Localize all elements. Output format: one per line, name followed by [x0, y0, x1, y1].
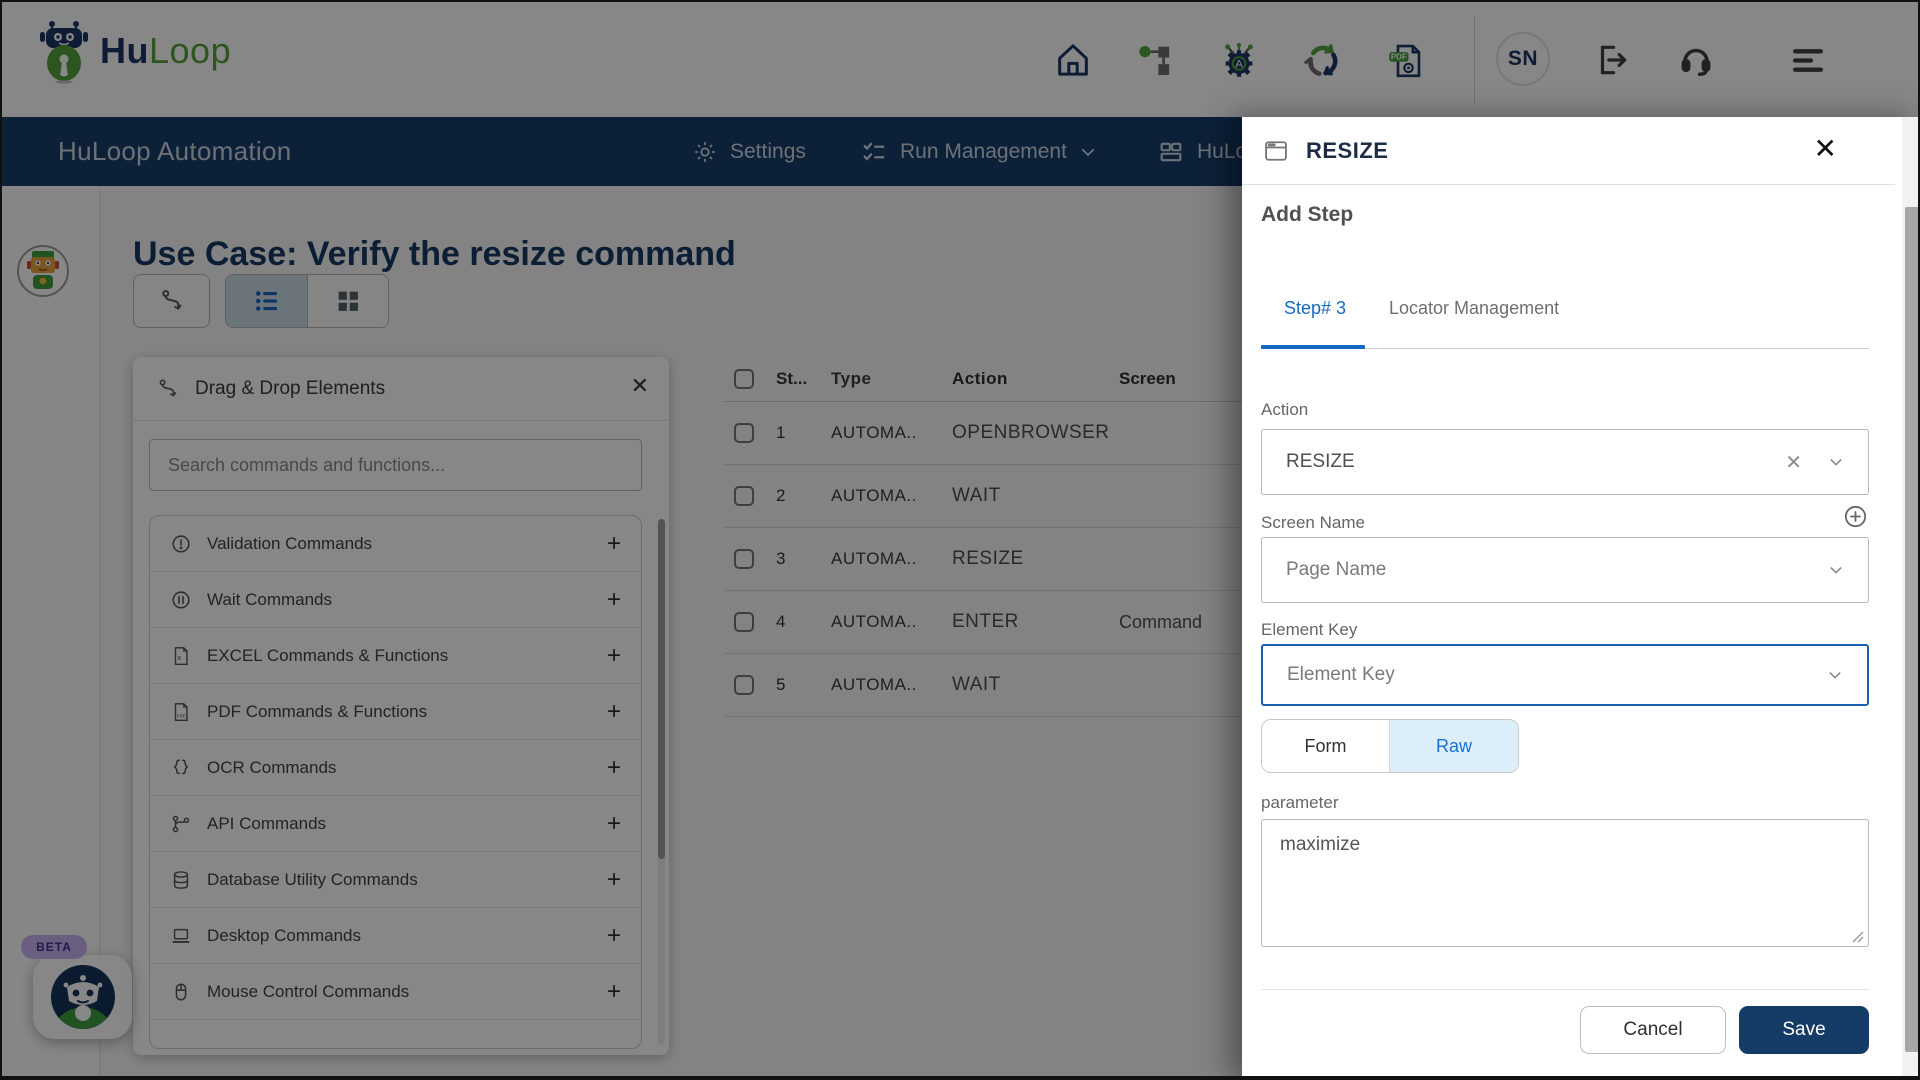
screen-name-select[interactable]: Page Name	[1261, 537, 1869, 603]
form-mode-button[interactable]: Form	[1262, 720, 1390, 772]
chevron-down-icon	[1830, 567, 1842, 574]
active-tab-indicator	[1261, 345, 1365, 349]
raw-mode-button[interactable]: Raw	[1390, 720, 1518, 772]
window-resize-icon	[1265, 140, 1287, 161]
drawer-scrollbar-thumb[interactable]	[1905, 207, 1918, 1052]
element-key-value: Element Key	[1287, 664, 1395, 685]
plus-circle-icon[interactable]	[1842, 503, 1869, 530]
parameter-label: parameter	[1261, 793, 1339, 812]
tab-locator-management[interactable]: Locator Management	[1389, 285, 1559, 331]
chevron-down-icon	[1829, 672, 1841, 679]
screen-name-label: Screen Name	[1261, 513, 1365, 532]
parameter-textarea[interactable]: maximize	[1261, 819, 1869, 947]
add-step-heading: Add Step	[1261, 203, 1354, 226]
element-key-select[interactable]: Element Key	[1261, 644, 1869, 706]
input-mode-toggle: Form Raw	[1261, 719, 1519, 773]
drawer-header: RESIZE	[1242, 117, 1895, 185]
element-key-label: Element Key	[1261, 620, 1358, 639]
add-step-drawer: RESIZE ✕ Add Step Step# 3 Locator Manage…	[1242, 117, 1918, 1076]
chevron-down-icon	[1830, 459, 1842, 466]
action-label: Action	[1261, 400, 1309, 419]
drawer-title: RESIZE	[1306, 137, 1389, 163]
drawer-scrollbar[interactable]	[1902, 117, 1918, 1076]
app-window: HuLoop A PDF SN HuLoop Automation Settin…	[0, 0, 1920, 1080]
footer-divider	[1261, 989, 1869, 990]
close-icon[interactable]: ✕	[1814, 135, 1837, 163]
save-button[interactable]: Save	[1739, 1006, 1869, 1054]
action-select[interactable]: RESIZE ✕	[1261, 429, 1869, 495]
action-value: RESIZE	[1286, 451, 1355, 472]
screen-name-value: Page Name	[1286, 559, 1387, 580]
tab-step-3[interactable]: Step# 3	[1284, 285, 1346, 331]
cancel-button[interactable]: Cancel	[1580, 1006, 1726, 1054]
clear-icon[interactable]: ✕	[1785, 450, 1802, 475]
